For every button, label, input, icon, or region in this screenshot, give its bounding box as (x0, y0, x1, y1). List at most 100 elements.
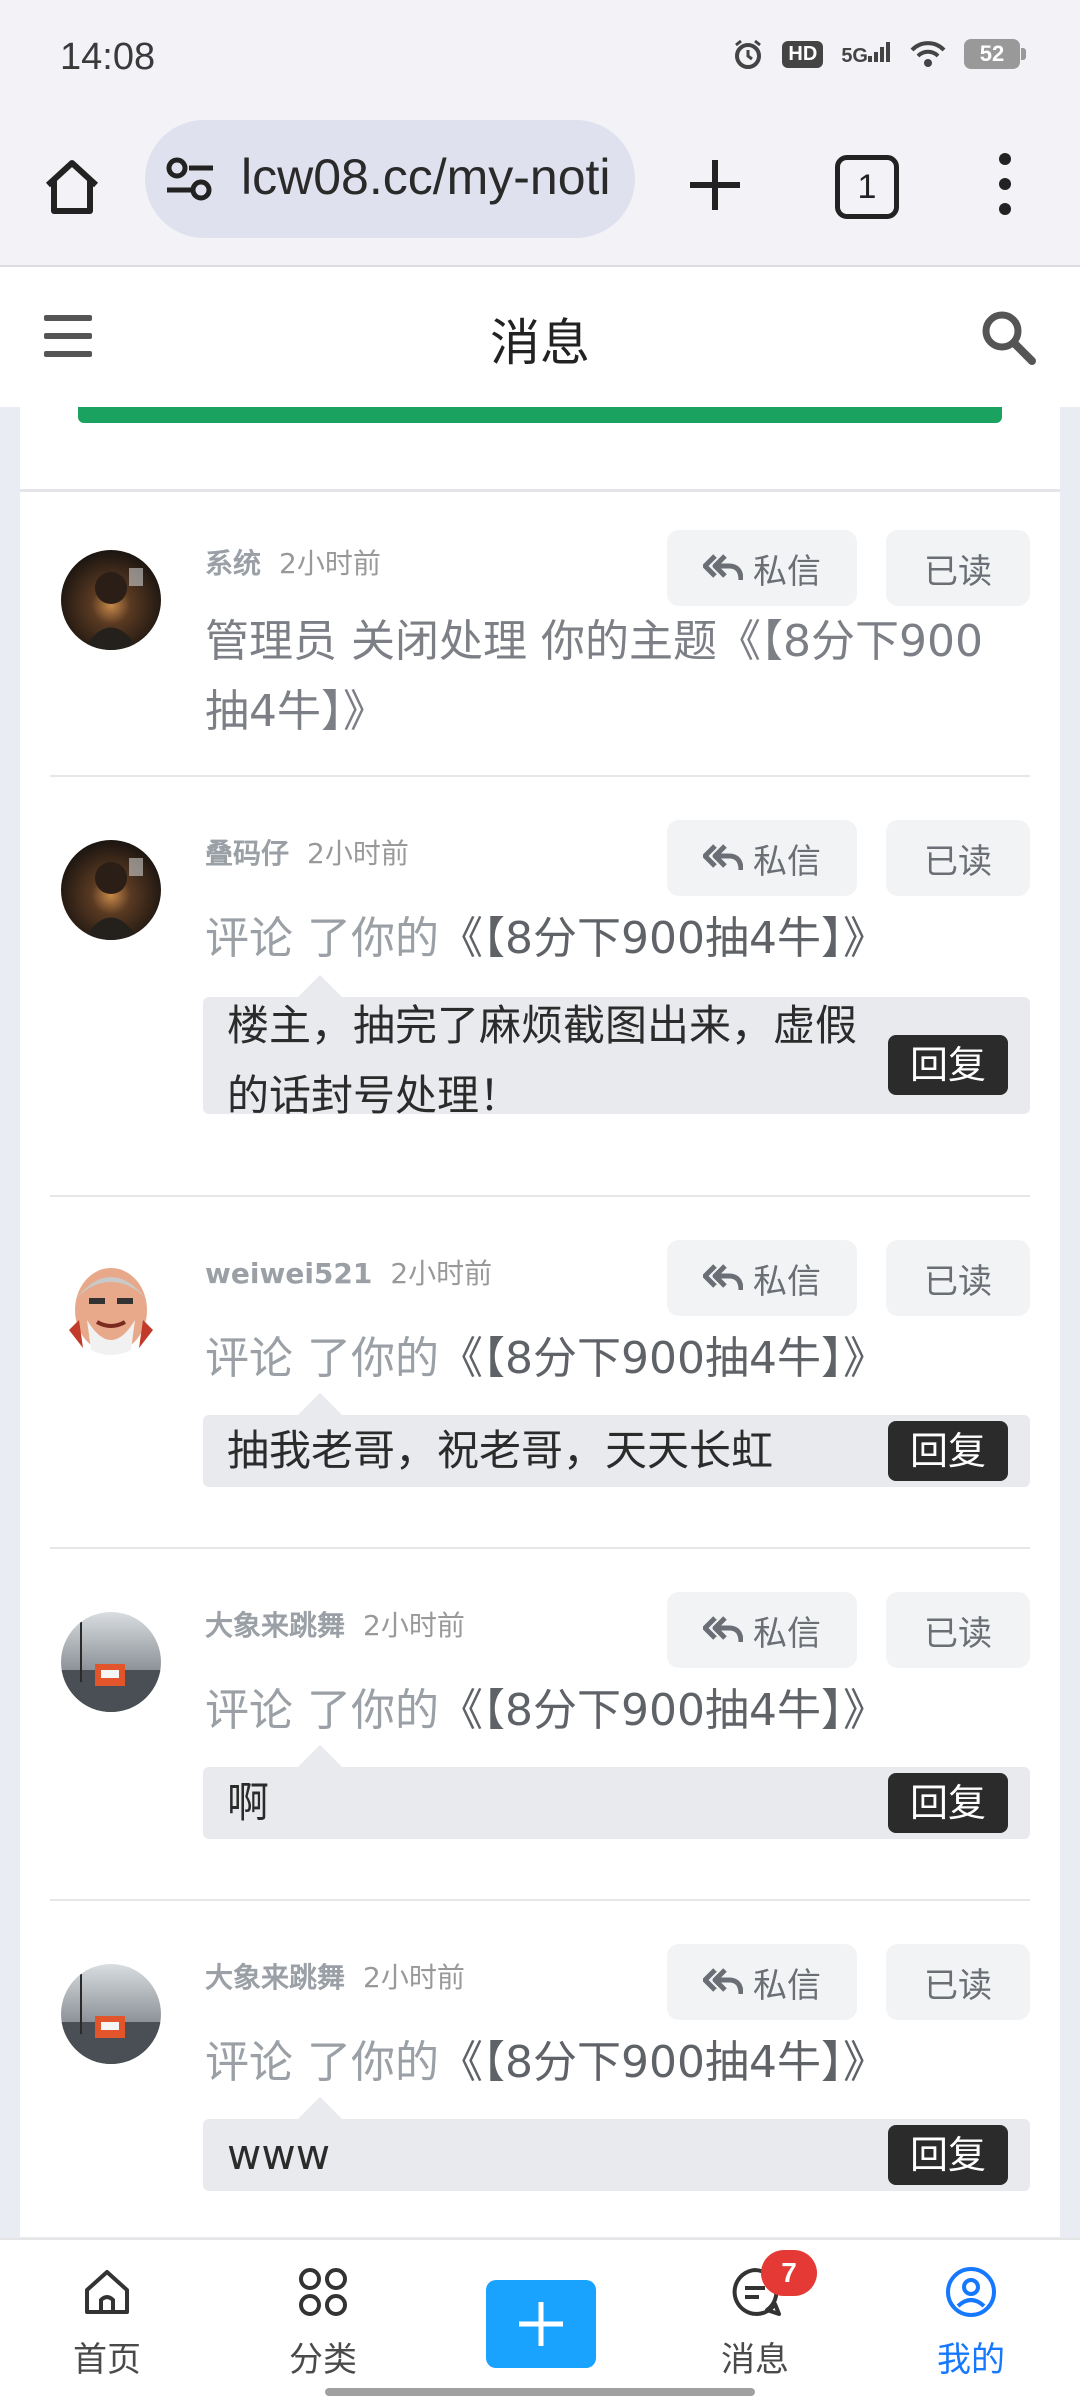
reply-button[interactable]: 回复 (888, 1035, 1008, 1095)
mark-read-button[interactable]: 已读 (886, 820, 1030, 896)
browser-home-icon[interactable] (40, 155, 104, 219)
status-time: 14:08 (60, 36, 156, 78)
unread-badge: 7 (761, 2250, 817, 2296)
comment-text: 抽我老哥，祝老哥，天天长虹 (227, 1426, 774, 1475)
private-message-button[interactable]: 私信 (667, 1944, 857, 2020)
topic-link[interactable]: 《【8分下900抽4牛】》 (439, 913, 887, 964)
profile-icon (946, 2267, 996, 2317)
bottom-navigation: 首页 分类 7 消息 我的 (0, 2238, 1080, 2402)
nav-messages[interactable]: 7 消息 (695, 2250, 817, 2381)
mark-read-button[interactable]: 已读 (886, 1240, 1030, 1316)
notification-item: 大象来跳舞 2小时前 私信 已读 评论 了你的《【8分下900抽4牛】》 啊 回复 (50, 1592, 1030, 1864)
reply-button[interactable]: 回复 (888, 2125, 1008, 2185)
avatar[interactable] (61, 550, 161, 650)
comment-bubble: 啊 回复 (203, 1745, 1030, 1839)
timestamp: 2小时前 (363, 1609, 465, 1642)
tab-switcher-button[interactable]: 1 (835, 155, 899, 219)
avatar[interactable] (61, 1260, 161, 1360)
avatar[interactable] (61, 1612, 161, 1712)
notification-meta: 叠码仔 2小时前 (205, 832, 409, 872)
mark-read-button[interactable]: 已读 (886, 1592, 1030, 1668)
add-post-button[interactable] (486, 2280, 596, 2368)
reply-button[interactable]: 回复 (888, 1421, 1008, 1481)
status-bar: 14:08 HD 5G 52 (0, 0, 1080, 115)
notification-action: 评论 了你的《【8分下900抽4牛】》 (205, 1685, 887, 1736)
notification-meta: 大象来跳舞 2小时前 (205, 1604, 465, 1644)
notification-action: 评论 了你的《【8分下900抽4牛】》 (205, 1333, 887, 1384)
notification-list: 系统 2小时前 私信 已读 管理员 关闭处理 你的主题《【8分下900抽4牛】》 … (20, 407, 1060, 2237)
comment-text: 楼主，抽完了麻烦截图出来，虚假的话封号处理！ (227, 1001, 858, 1120)
mark-read-button[interactable]: 已读 (886, 530, 1030, 606)
username[interactable]: 叠码仔 (205, 837, 289, 870)
divider (50, 1195, 1030, 1197)
more-menu-icon[interactable] (990, 153, 1020, 223)
notification-item: 系统 2小时前 私信 已读 管理员 关闭处理 你的主题《【8分下900抽4牛】》 (50, 530, 1030, 742)
timestamp: 2小时前 (279, 547, 381, 580)
page-title: 消息 (490, 314, 590, 372)
nav-label: 分类 (289, 2340, 357, 2380)
nav-home[interactable]: 首页 (47, 2264, 167, 2381)
nav-category[interactable]: 分类 (263, 2264, 383, 2381)
notification-action: 评论 了你的《【8分下900抽4牛】》 (205, 913, 887, 964)
avatar[interactable] (61, 1964, 161, 2064)
reply-button[interactable]: 回复 (888, 1773, 1008, 1833)
comment-text: 啊 (227, 1778, 270, 1827)
mark-read-button[interactable]: 已读 (886, 1944, 1030, 2020)
reply-all-icon (703, 844, 743, 871)
topic-link[interactable]: 《【8分下900抽4牛】》 (439, 1685, 887, 1736)
private-message-button[interactable]: 私信 (667, 1240, 857, 1316)
timestamp: 2小时前 (363, 1961, 465, 1994)
notification-meta: weiwei521 2小时前 (205, 1252, 492, 1292)
nav-label: 消息 (721, 2340, 789, 2380)
home-icon (85, 2270, 129, 2314)
reply-all-icon (703, 554, 743, 581)
notification-text: 管理员 关闭处理 你的主题《【8分下900抽4牛】》 (205, 616, 983, 737)
notification-item: weiwei521 2小时前 私信 已读 评论 了你的《【8分下900抽4牛】》 … (50, 1240, 1030, 1512)
browser-toolbar: lcw08.cc/my-noti 1 (0, 115, 1080, 267)
notification-meta: 大象来跳舞 2小时前 (205, 1956, 465, 1996)
comment-bubble: www 回复 (203, 2097, 1030, 2191)
username[interactable]: 大象来跳舞 (205, 1609, 345, 1642)
add-icon (519, 2302, 563, 2346)
private-message-button[interactable]: 私信 (667, 530, 857, 606)
green-banner (78, 407, 1002, 423)
signal-icon: 5G (841, 40, 892, 68)
nav-label: 首页 (73, 2340, 141, 2380)
nav-label: 我的 (937, 2340, 1005, 2380)
search-icon[interactable] (978, 307, 1038, 367)
notification-item: 叠码仔 2小时前 私信 已读 评论 了你的《【8分下900抽4牛】》 楼主，抽完了… (50, 820, 1030, 1162)
nav-profile[interactable]: 我的 (911, 2264, 1031, 2381)
hd-icon: HD (782, 40, 824, 68)
avatar[interactable] (61, 840, 161, 940)
notification-meta: 系统 2小时前 (205, 542, 381, 582)
divider (50, 1547, 1030, 1549)
grid-icon (299, 2268, 347, 2316)
url-text[interactable]: lcw08.cc/my-noti (241, 148, 616, 206)
notification-item: 大象来跳舞 2小时前 私信 已读 评论 了你的《【8分下900抽4牛】》 www … (50, 1944, 1030, 2216)
home-indicator[interactable] (325, 2388, 755, 2396)
divider (20, 489, 1060, 492)
site-settings-icon[interactable] (165, 156, 215, 202)
comment-text: www (227, 2130, 331, 2179)
status-icons: HD 5G 52 (732, 38, 1026, 70)
reply-all-icon (703, 1264, 743, 1291)
username[interactable]: 大象来跳舞 (205, 1961, 345, 1994)
reply-all-icon (703, 1968, 743, 1995)
battery-icon: 52 (964, 39, 1026, 69)
wifi-icon (910, 41, 946, 67)
topic-link[interactable]: 《【8分下900抽4牛】》 (439, 2037, 887, 2088)
timestamp: 2小时前 (307, 837, 409, 870)
url-bar[interactable]: lcw08.cc/my-noti (145, 120, 635, 238)
username[interactable]: 系统 (205, 547, 261, 580)
timestamp: 2小时前 (390, 1257, 493, 1290)
new-tab-icon[interactable] (680, 150, 750, 220)
private-message-button[interactable]: 私信 (667, 820, 857, 896)
topic-link[interactable]: 《【8分下900抽4牛】》 (439, 1333, 887, 1384)
username[interactable]: weiwei521 (205, 1257, 372, 1290)
alarm-icon (735, 39, 762, 69)
reply-all-icon (703, 1616, 743, 1643)
notification-action: 评论 了你的《【8分下900抽4牛】》 (205, 2037, 887, 2088)
app-header: 消息 (0, 267, 1080, 407)
private-message-button[interactable]: 私信 (667, 1592, 857, 1668)
comment-bubble: 抽我老哥，祝老哥，天天长虹 回复 (203, 1393, 1030, 1487)
